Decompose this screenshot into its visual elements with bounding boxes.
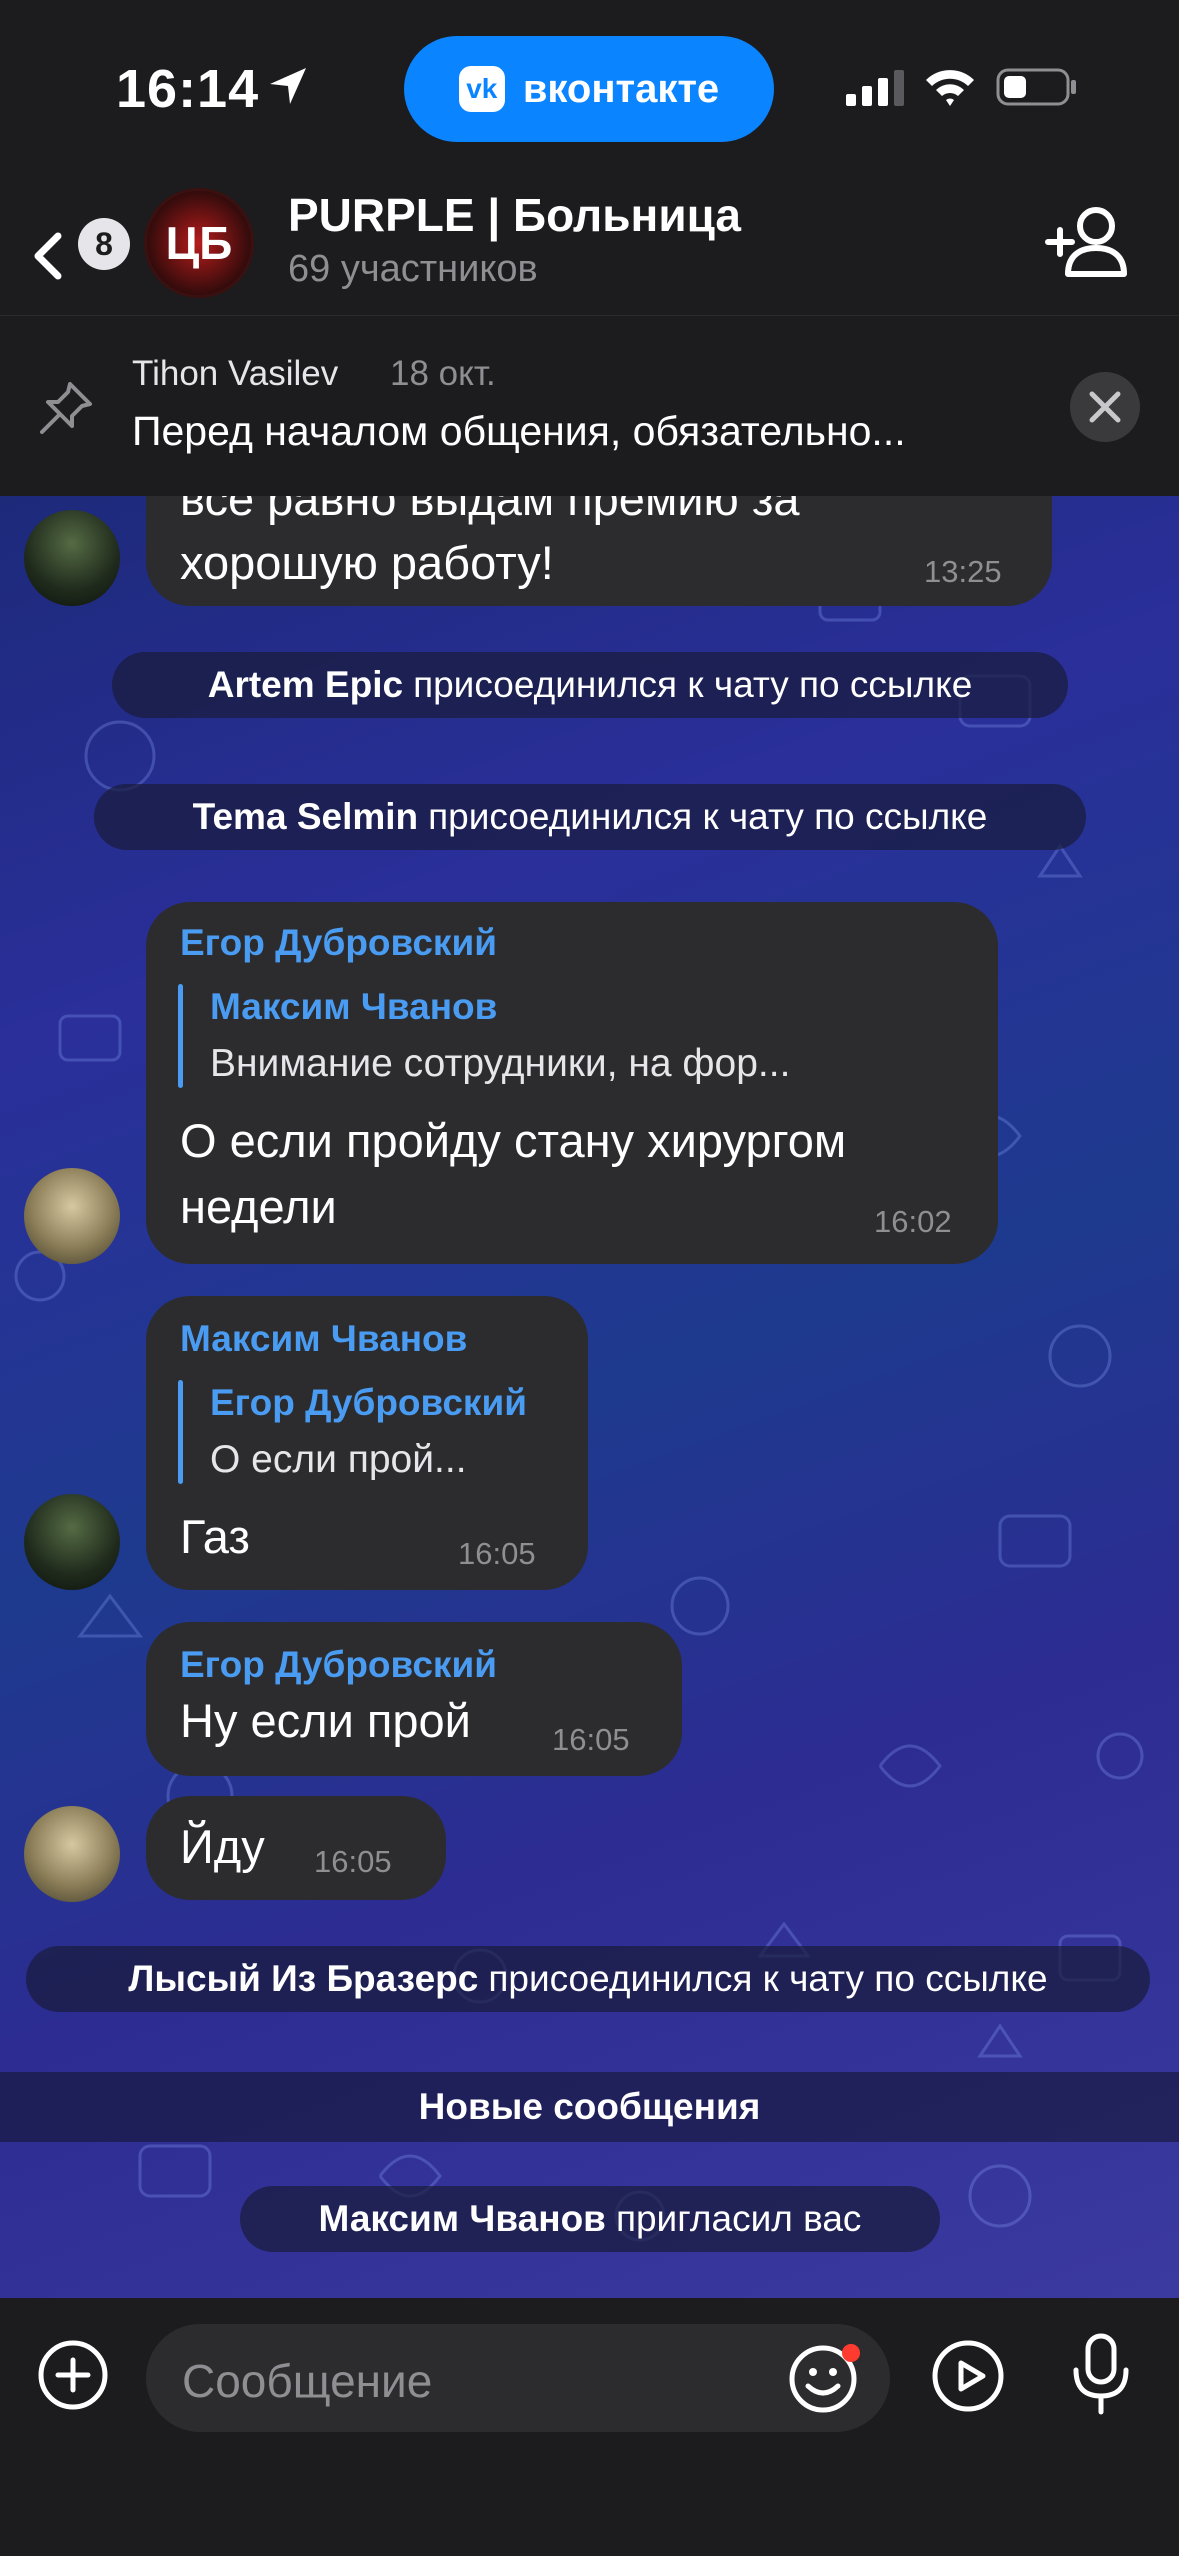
video-message-icon[interactable] [930,2338,1006,2414]
pinned-author: Tihon Vasilev [132,354,339,393]
message-text: Йду [180,1820,265,1873]
message-text: О если пройду стану хирургом [180,1114,847,1167]
message-input-placeholder: Сообщение [182,2355,433,2407]
message-author[interactable]: Егор Дубровский [180,922,497,964]
message-bubble[interactable]: Егор Дубровский Ну если прой 16:05 [146,1622,682,1776]
app-pill-label: вконтакте [522,66,720,111]
reply-quote-author[interactable]: Егор Дубровский [210,1382,527,1424]
reply-quote-text[interactable]: Внимание сотрудники, на фор... [210,1042,790,1086]
pin-icon [40,382,92,434]
system-event-name: Максим Чванов [318,2198,606,2239]
chat-messages[interactable]: все равно выдам премию за хорошую работу… [0,496,1179,2298]
reply-quote-text[interactable]: О если прой... [210,1438,467,1482]
reply-quote-bar [178,984,183,1088]
app-return-pill[interactable]: vk вконтакте [404,36,774,142]
microphone-icon[interactable] [1064,2332,1138,2418]
sender-avatar[interactable] [24,510,120,606]
close-icon [1089,391,1121,423]
notification-dot [842,2344,860,2362]
plus-circle-icon[interactable] [36,2338,110,2412]
system-event: Tema Selmin присоединился к чату по ссыл… [94,784,1086,850]
message-text: недели [180,1180,337,1233]
status-time: 16:14 [116,59,260,119]
chat-avatar[interactable]: ЦБ [144,188,254,298]
pinned-date: 18 окт. [390,354,496,393]
back-button[interactable]: 8 [28,214,130,294]
message-author[interactable]: Егор Дубровский [180,1644,497,1686]
wifi-icon [926,70,974,106]
system-event: Максим Чванов пригласил вас [240,2186,940,2252]
pinned-text: Перед началом общения, обязательно... [132,408,906,454]
system-event-action: присоединился к чату по ссылке [488,1958,1048,1999]
unread-badge: 8 [78,218,130,270]
message-input[interactable]: Сообщение [146,2324,890,2432]
message-bubble[interactable]: все равно выдам премию за хорошую работу… [146,496,1052,606]
reply-quote-bar [178,1380,183,1484]
sender-avatar[interactable] [24,1806,120,1902]
message-time: 16:05 [458,1536,536,1571]
system-event-action: пригласил вас [615,2198,862,2239]
system-event-name: Лысый Из Бразерс [128,1958,479,1999]
message-text: хорошую работу! [180,536,554,589]
cellular-signal-icon [846,70,904,106]
message-time: 13:25 [924,554,1002,589]
location-arrow-icon [270,68,306,104]
message-time: 16:05 [314,1844,392,1879]
sender-avatar[interactable] [24,1494,120,1590]
unpin-button[interactable] [1070,372,1140,442]
message-time: 16:02 [874,1204,952,1239]
system-event: Лысый Из Бразерс присоединился к чату по… [26,1946,1150,2012]
add-member-icon[interactable] [1042,202,1132,282]
chat-title[interactable]: PURPLE | Больница [288,188,741,242]
status-bar: 16:14 vk вконтакте [0,0,1179,176]
system-event-action: присоединился к чату по ссылке [413,664,973,705]
message-composer: Сообщение [0,2298,1179,2556]
chat-member-count[interactable]: 69 участников [288,248,538,291]
message-bubble[interactable]: Йду 16:05 [146,1796,446,1900]
message-bubble[interactable]: Максим Чванов Егор Дубровский О если про… [146,1296,588,1590]
message-author[interactable]: Максим Чванов [180,1318,467,1360]
message-text: Газ [180,1510,250,1563]
pinned-message[interactable]: Tihon Vasilev 18 окт. Перед началом обще… [0,316,1179,496]
message-time: 16:05 [552,1722,630,1757]
battery-icon [996,68,1076,106]
message-bubble[interactable]: Егор Дубровский Максим Чванов Внимание с… [146,902,998,1264]
sender-avatar[interactable] [24,1168,120,1264]
system-event: Artem Epic присоединился к чату по ссылк… [112,652,1068,718]
vk-logo-icon: vk [458,66,505,112]
system-event-name: Tema Selmin [192,796,419,837]
system-event-name: Artem Epic [207,664,404,705]
system-event-action: присоединился к чату по ссылке [428,796,988,837]
message-text: Ну если прой [180,1694,471,1747]
chat-header: 8 ЦБ PURPLE | Больница 69 участников [0,176,1179,316]
reply-quote-author[interactable]: Максим Чванов [210,986,497,1028]
message-text: все равно выдам премию за [180,496,800,525]
new-messages-divider: Новые сообщения [0,2072,1179,2142]
